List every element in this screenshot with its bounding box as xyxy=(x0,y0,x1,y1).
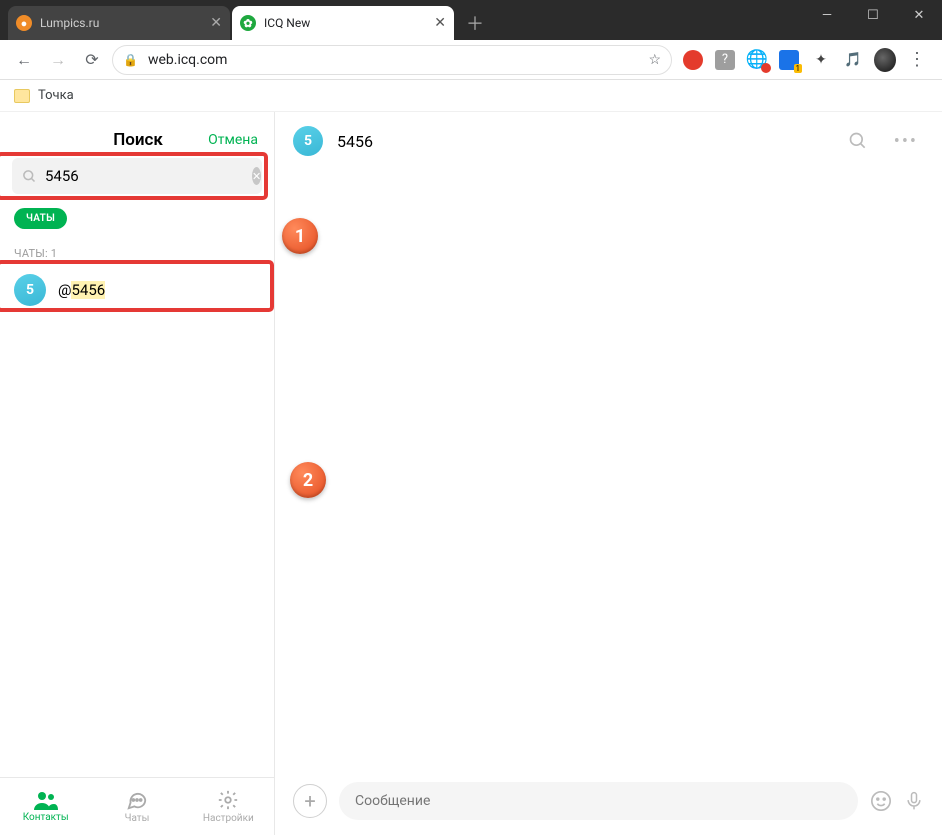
sidebar-header: Поиск Отмена xyxy=(0,112,274,158)
favicon: ✿ xyxy=(240,15,256,31)
chat-header: 5 5456 ••• xyxy=(275,112,942,170)
bookmark-item[interactable]: Точка xyxy=(38,88,74,103)
close-icon[interactable]: ✕ xyxy=(210,15,222,31)
sidebar: Поиск Отмена ✕ 1 ЧАТЫ ЧАТЫ: 1 5 @5456 xyxy=(0,112,275,835)
folder-icon xyxy=(14,89,30,103)
bottom-nav: Контакты Чаты Настройки xyxy=(0,777,274,835)
sidebar-title: Поиск xyxy=(68,130,208,150)
chat-search-icon[interactable] xyxy=(842,125,874,157)
search-input[interactable] xyxy=(45,167,244,185)
star-icon[interactable]: ☆ xyxy=(648,52,661,68)
nav-contacts[interactable]: Контакты xyxy=(0,778,91,835)
contacts-icon xyxy=(34,790,58,810)
reload-button[interactable]: ⟳ xyxy=(78,46,106,74)
chat-avatar: 5 xyxy=(293,126,323,156)
nav-settings[interactable]: Настройки xyxy=(183,778,274,835)
chats-icon xyxy=(126,789,148,811)
message-input[interactable] xyxy=(339,782,858,820)
clear-search-icon[interactable]: ✕ xyxy=(252,167,261,185)
url-text: web.icq.com xyxy=(148,52,227,68)
search-result-item[interactable]: 5 @5456 xyxy=(0,264,274,316)
close-window-button[interactable]: ✕ xyxy=(896,0,942,30)
help-extension-icon[interactable]: ? xyxy=(714,49,736,71)
tab-title: Lumpics.ru xyxy=(40,16,202,30)
lock-icon: 🔒 xyxy=(123,53,138,67)
search-icon xyxy=(22,169,37,184)
bookmarks-bar: Точка xyxy=(0,80,942,112)
chat-pane: 5 5456 ••• + xyxy=(275,112,942,835)
chats-filter-badge[interactable]: ЧАТЫ xyxy=(14,208,67,229)
profile-avatar-icon[interactable] xyxy=(874,49,896,71)
extension-icons: ? 🌐 1 ✦ 🎵 ⋮ xyxy=(678,49,932,71)
new-tab-button[interactable]: ＋ xyxy=(456,6,494,40)
browser-menu-icon[interactable]: ⋮ xyxy=(906,49,928,71)
nav-label: Контакты xyxy=(23,812,69,823)
filter-badges: ЧАТЫ xyxy=(0,194,274,235)
voice-icon[interactable] xyxy=(904,790,924,812)
maximize-button[interactable]: ☐ xyxy=(850,0,896,30)
opera-extension-icon[interactable] xyxy=(682,49,704,71)
nav-label: Настройки xyxy=(203,813,254,824)
message-composer: + xyxy=(275,767,942,835)
browser-toolbar: ← → ⟳ 🔒 web.icq.com ☆ ? 🌐 1 ✦ 🎵 ⋮ xyxy=(0,40,942,80)
window-controls: — ☐ ✕ xyxy=(804,0,942,30)
chat-messages-area xyxy=(275,170,942,767)
browser-tab[interactable]: ● Lumpics.ru ✕ xyxy=(8,6,230,40)
browser-tab-active[interactable]: ✿ ICQ New ✕ xyxy=(232,6,454,40)
address-bar[interactable]: 🔒 web.icq.com ☆ xyxy=(112,45,672,75)
result-text: @5456 xyxy=(58,281,105,299)
browser-titlebar: ● Lumpics.ru ✕ ✿ ICQ New ✕ ＋ — ☐ ✕ xyxy=(0,0,942,40)
back-button[interactable]: ← xyxy=(10,46,38,74)
cancel-button[interactable]: Отмена xyxy=(208,132,258,148)
favicon: ● xyxy=(16,15,32,31)
music-extension-icon[interactable]: 🎵 xyxy=(842,49,864,71)
forward-button[interactable]: → xyxy=(44,46,72,74)
emoji-icon[interactable] xyxy=(870,790,892,812)
results-section-label: ЧАТЫ: 1 xyxy=(0,235,274,264)
close-icon[interactable]: ✕ xyxy=(434,15,446,31)
globe-extension-icon[interactable]: 🌐 xyxy=(746,49,768,71)
gear-icon xyxy=(217,789,239,811)
annotation-callout-1: 1 xyxy=(282,218,318,254)
minimize-button[interactable]: — xyxy=(804,0,850,30)
app-root: Поиск Отмена ✕ 1 ЧАТЫ ЧАТЫ: 1 5 @5456 xyxy=(0,112,942,835)
nav-label: Чаты xyxy=(125,813,150,824)
contact-avatar: 5 xyxy=(14,274,46,306)
attach-button[interactable]: + xyxy=(293,784,327,818)
nav-chats[interactable]: Чаты xyxy=(91,778,182,835)
box-extension-icon[interactable]: 1 xyxy=(778,49,800,71)
tab-title: ICQ New xyxy=(264,16,426,30)
search-input-container[interactable]: ✕ xyxy=(12,158,262,194)
annotation-callout-2: 2 xyxy=(290,462,326,498)
extensions-puzzle-icon[interactable]: ✦ xyxy=(810,49,832,71)
chat-more-icon[interactable]: ••• xyxy=(888,125,924,158)
chat-title: 5456 xyxy=(337,132,828,151)
